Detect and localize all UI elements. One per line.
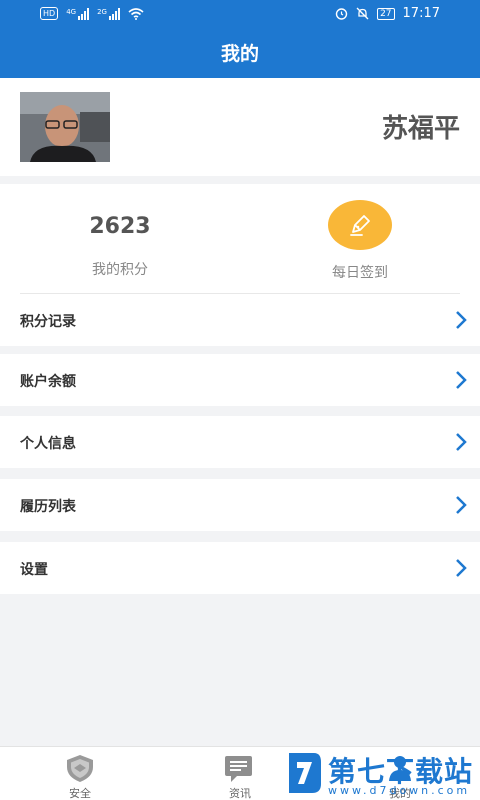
tab-label: 资讯 — [229, 787, 251, 800]
battery-icon: 27 — [377, 7, 395, 20]
sign-in-label: 每日签到 — [332, 265, 388, 281]
page-title: 我的 — [220, 43, 259, 65]
points-value[interactable]: 2623 — [60, 214, 180, 239]
signal-icon-2: 2G — [97, 7, 120, 20]
shield-icon — [67, 755, 93, 782]
chevron-right-icon — [456, 311, 467, 329]
menu-label: 积分记录 — [20, 314, 76, 330]
menu-label: 设置 — [20, 562, 48, 578]
daily-sign-in-button[interactable] — [328, 200, 392, 250]
user-name: 苏福平 — [381, 114, 460, 144]
watermark: 第七下载站 www.d7down.com — [286, 748, 480, 800]
avatar[interactable] — [20, 92, 110, 162]
chevron-right-icon — [456, 433, 467, 451]
menu-item-account-balance[interactable]: 账户余额 — [0, 354, 480, 406]
watermark-url: www.d7down.com — [328, 784, 471, 797]
signal-icon: 4G — [66, 7, 90, 20]
page-header: 我的 — [0, 30, 480, 78]
menu-item-points-record[interactable]: 积分记录 — [0, 294, 480, 346]
menu-label: 账户余额 — [20, 374, 76, 390]
menu-item-personal-info[interactable]: 个人信息 — [0, 416, 480, 468]
status-bar-left: HD 4G 2G — [40, 7, 144, 20]
tab-news[interactable]: 资讯 — [200, 751, 280, 800]
points-label: 我的积分 — [92, 262, 148, 278]
menu-item-resume-list[interactable]: 履历列表 — [0, 479, 480, 531]
stats-panel: 2623 我的积分 每日签到 — [0, 184, 480, 294]
tab-safety[interactable]: 安全 — [40, 751, 120, 800]
status-bar-right: 27 17:17 — [335, 6, 440, 21]
news-icon — [225, 756, 252, 782]
clock: 17:17 — [402, 6, 440, 21]
wifi-icon — [128, 7, 144, 20]
menu-label: 履历列表 — [20, 499, 76, 515]
menu-item-settings[interactable]: 设置 — [0, 542, 480, 594]
network-type-1: 4G — [66, 7, 77, 16]
tab-label: 安全 — [69, 787, 91, 800]
pen-icon — [350, 215, 370, 236]
chevron-right-icon — [456, 496, 467, 514]
watermark-logo-icon — [289, 753, 321, 793]
chevron-right-icon — [456, 371, 467, 389]
mute-icon — [356, 7, 369, 20]
network-type-2: 2G — [97, 7, 107, 16]
chevron-right-icon — [456, 559, 467, 577]
alarm-icon — [335, 8, 348, 20]
status-bar: HD 4G 2G 27 17:17 — [0, 0, 480, 30]
profile-card[interactable]: 苏福平 — [0, 78, 480, 176]
menu-label: 个人信息 — [20, 436, 76, 452]
hd-badge: HD — [40, 7, 59, 20]
